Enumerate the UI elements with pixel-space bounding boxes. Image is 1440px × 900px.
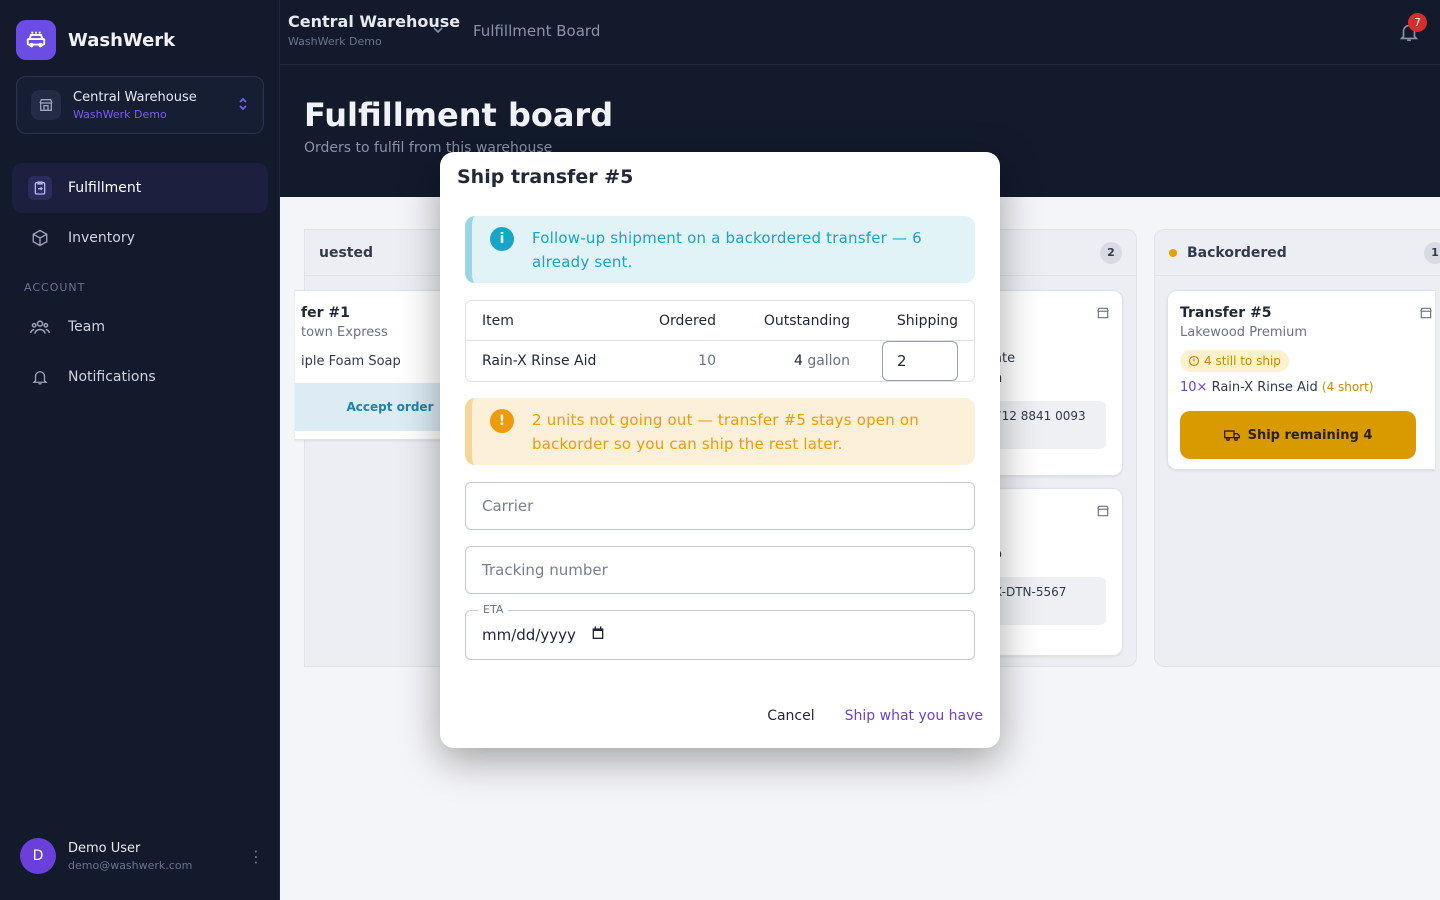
breadcrumb: Fulfillment Board	[473, 22, 601, 40]
shipping-quantity-input[interactable]: 2	[882, 341, 958, 381]
card-title: Transfer #5	[1180, 305, 1272, 321]
column-shipped: 2 ate n 712 8841 0093 o X-DTN-5567	[994, 229, 1137, 667]
eta-date-field[interactable]: ETA mm/dd/yyyy	[465, 603, 975, 660]
chevron-down-icon[interactable]	[432, 24, 444, 39]
warning-message: 2 units not going out — transfer #5 stay…	[532, 411, 919, 453]
store-icon	[1096, 503, 1110, 522]
store-icon	[1096, 305, 1110, 324]
sidebar-item-team[interactable]: Team	[12, 302, 268, 352]
info-message: Follow-up shipment on a backordered tran…	[532, 229, 922, 271]
cell-ordered: 10	[698, 353, 716, 369]
column-header-outstanding: Outstanding	[763, 312, 850, 329]
warning-alert: ! 2 units not going out — transfer #5 st…	[465, 398, 975, 465]
outstanding-unit: gallon	[807, 353, 850, 369]
column-header: Backordered 1	[1155, 230, 1440, 276]
status-badge-label: 4 still to ship	[1204, 354, 1281, 368]
more-vertical-icon[interactable]: ⋮	[248, 847, 264, 866]
column-header-ordered: Ordered	[659, 312, 716, 329]
org-sub: WashWerk Demo	[73, 107, 167, 121]
cell-outstanding: 4 gallon	[716, 353, 850, 369]
dialog-title: Ship transfer #5	[457, 166, 634, 188]
calendar-icon[interactable]	[590, 625, 606, 645]
page-title: Fulfillment board	[304, 96, 614, 134]
org-switcher[interactable]: Central Warehouse WashWerk Demo	[16, 76, 264, 134]
column-backordered: Backordered 1 Transfer #5 Lakewood Premi…	[1154, 229, 1440, 667]
store-icon	[31, 90, 61, 120]
item-qty: 10×	[1180, 380, 1208, 395]
sidebar-item-label: Team	[68, 319, 106, 335]
card-sub: Lakewood Premium	[1180, 325, 1308, 340]
bell-icon	[28, 365, 52, 389]
unfold-icon	[237, 96, 249, 115]
ship-transfer-dialog: Ship transfer #5 i Follow-up shipment on…	[440, 152, 1000, 748]
column-header: 2	[995, 230, 1136, 276]
topbar: Central Warehouse WashWerk Demo Fulfillm…	[280, 0, 1440, 65]
warehouse-sub: WashWerk Demo	[288, 35, 382, 48]
table-header-row: Item Ordered Outstanding Shipping	[466, 301, 974, 341]
box-icon	[28, 226, 52, 250]
org-name: Central Warehouse	[73, 89, 197, 105]
order-card[interactable]: Transfer #5 Lakewood Premium 4 still to …	[1167, 290, 1435, 470]
column-title: Backordered	[1187, 244, 1287, 261]
sidebar-item-inventory[interactable]: Inventory	[12, 213, 268, 263]
truck-icon	[1223, 430, 1240, 441]
avatar: D	[20, 838, 56, 874]
tracking-box: 712 8841 0093	[994, 401, 1106, 449]
column-header-item: Item	[482, 312, 514, 329]
status-dot	[1169, 248, 1177, 257]
clipboard-icon	[28, 176, 52, 200]
user-name: Demo User	[68, 840, 141, 856]
order-card[interactable]: ate n 712 8841 0093	[994, 290, 1123, 476]
sidebar-item-label: Fulfillment	[68, 180, 142, 196]
ship-remaining-label: Ship remaining 4	[1247, 427, 1373, 443]
column-count: 1	[1424, 241, 1440, 264]
tracking-number-field[interactable]: Tracking number	[465, 546, 975, 594]
user-email: demo@washwerk.com	[68, 858, 193, 872]
ship-what-you-have-button[interactable]: Ship what you have	[845, 708, 983, 724]
table-row: Rain-X Rinse Aid 10 4 gallon 2	[466, 341, 974, 381]
item-short: (4 short)	[1321, 380, 1374, 394]
tracking-box: X-DTN-5567	[994, 577, 1106, 625]
alert-circle-icon	[1188, 355, 1200, 367]
warning-icon: !	[490, 409, 514, 433]
sidebar-item-notifications[interactable]: Notifications	[12, 352, 268, 402]
nav-section-account: ACCOUNT	[24, 281, 86, 294]
sidebar-item-fulfillment[interactable]: Fulfillment	[12, 163, 268, 213]
column-count: 2	[1100, 241, 1122, 264]
main-nav: Fulfillment Inventory ACCOUNT Team Notif…	[12, 163, 268, 402]
user-menu[interactable]: D Demo User demo@washwerk.com ⋮	[20, 838, 264, 874]
order-card[interactable]: o X-DTN-5567	[994, 488, 1123, 656]
info-icon: i	[490, 227, 514, 251]
brand[interactable]: WashWerk	[16, 20, 175, 60]
brand-name: WashWerk	[68, 29, 176, 51]
sidebar: WashWerk Central Warehouse WashWerk Demo…	[0, 0, 280, 900]
notification-badge: 7	[1408, 13, 1427, 32]
dialog-actions: Cancel Ship what you have	[767, 708, 983, 724]
card-item-line: 10× Rain-X Rinse Aid (4 short)	[1180, 380, 1423, 395]
outstanding-qty: 4	[793, 353, 803, 369]
items-table: Item Ordered Outstanding Shipping Rain-X…	[465, 300, 975, 382]
cell-item: Rain-X Rinse Aid	[482, 353, 597, 369]
status-badge: 4 still to ship	[1180, 350, 1289, 372]
sidebar-item-label: Inventory	[68, 230, 135, 246]
carrier-field[interactable]: Carrier	[465, 482, 975, 530]
eta-label: ETA	[478, 603, 509, 616]
car-wash-logo-icon	[16, 20, 56, 60]
sidebar-item-label: Notifications	[68, 369, 156, 385]
cancel-button[interactable]: Cancel	[767, 708, 814, 724]
store-icon	[1419, 305, 1433, 324]
ship-remaining-button[interactable]: Ship remaining 4	[1180, 411, 1416, 459]
eta-value: mm/dd/yyyy	[482, 626, 576, 644]
item-name: Rain-X Rinse Aid	[1211, 380, 1318, 395]
column-header-shipping: Shipping	[896, 312, 958, 329]
team-icon	[28, 315, 52, 339]
info-alert: i Follow-up shipment on a backordered tr…	[465, 216, 975, 283]
